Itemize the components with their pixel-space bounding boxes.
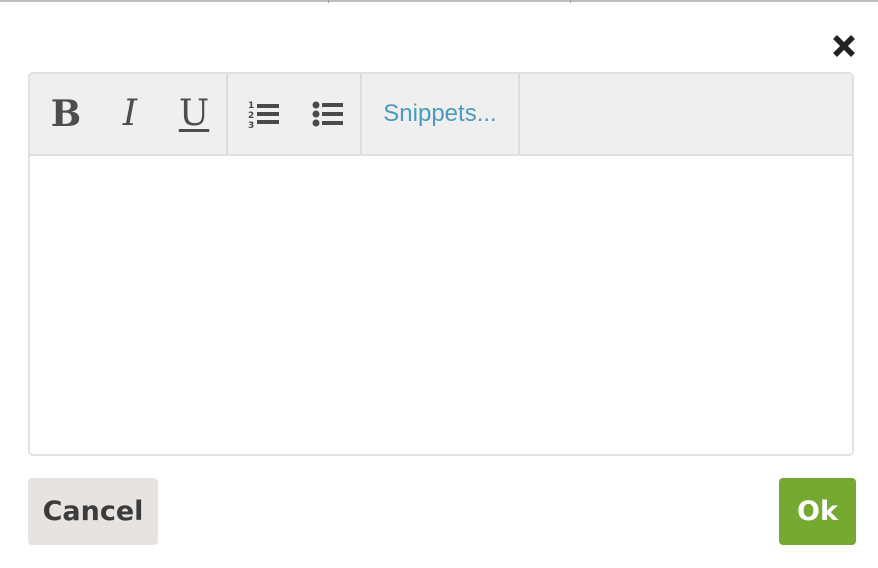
editor-toolbar: B I U 1 2 3 Snippets... (30, 74, 852, 156)
snippets-button[interactable]: Snippets... (362, 74, 518, 154)
bold-button[interactable]: B (34, 74, 98, 154)
list-group: 1 2 3 (228, 74, 362, 154)
ok-button[interactable]: Ok (779, 478, 856, 545)
cancel-button[interactable]: Cancel (28, 478, 158, 545)
ordered-list-button[interactable]: 1 2 3 (232, 74, 296, 154)
format-group: B I U (30, 74, 228, 154)
bold-icon: B (50, 93, 82, 135)
svg-text:3: 3 (248, 121, 254, 129)
unordered-list-button[interactable] (296, 74, 360, 154)
top-divider-tick (570, 0, 571, 3)
top-divider-tick (328, 0, 329, 3)
svg-text:1: 1 (248, 101, 254, 111)
italic-button[interactable]: I (98, 74, 162, 154)
italic-icon: I (122, 93, 138, 134)
rich-text-dialog: B I U 1 2 3 Snippets... Cancel Ok (0, 0, 878, 568)
ordered-list-icon: 1 2 3 (248, 101, 279, 129)
editor-content-input[interactable] (30, 156, 852, 454)
close-icon (833, 35, 855, 57)
snippets-group: Snippets... (362, 74, 520, 154)
underline-icon: U (178, 93, 210, 134)
rich-text-editor: B I U 1 2 3 Snippets... (28, 72, 854, 456)
unordered-list-icon (312, 101, 343, 127)
editor-body (30, 156, 852, 454)
underline-button[interactable]: U (162, 74, 226, 154)
close-button[interactable] (828, 30, 860, 62)
top-divider (0, 0, 878, 2)
svg-text:2: 2 (248, 111, 254, 121)
